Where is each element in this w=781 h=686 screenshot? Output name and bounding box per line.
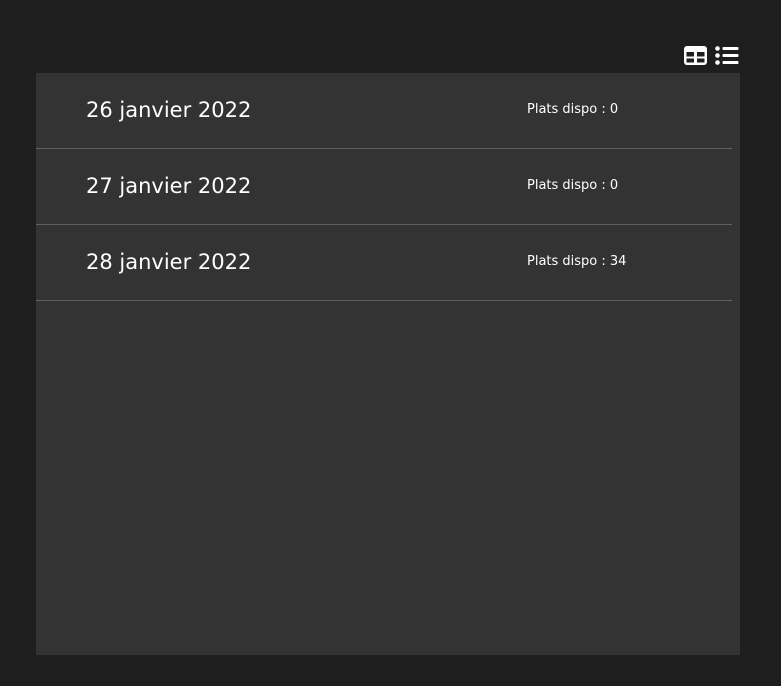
dishes-available-count: Plats dispo : 0 [527,178,619,193]
list-icon [715,45,739,65]
grid-view-button[interactable] [683,44,707,66]
dishes-available-count: Plats dispo : 0 [527,102,619,117]
day-date: 27 janvier 2022 [86,174,252,198]
dishes-available-count: Plats dispo : 34 [527,254,627,269]
view-toggle-group [683,44,739,66]
list-view-button[interactable] [715,44,739,66]
days-list: 26 janvier 2022 Plats dispo : 0 27 janvi… [36,73,732,301]
days-panel: 26 janvier 2022 Plats dispo : 0 27 janvi… [36,73,740,655]
list-item[interactable]: 28 janvier 2022 Plats dispo : 34 [36,225,732,301]
day-date: 28 janvier 2022 [86,250,252,274]
table-grid-icon [683,45,707,65]
day-date: 26 janvier 2022 [86,98,252,122]
list-item[interactable]: 26 janvier 2022 Plats dispo : 0 [36,73,732,149]
list-item[interactable]: 27 janvier 2022 Plats dispo : 0 [36,149,732,225]
